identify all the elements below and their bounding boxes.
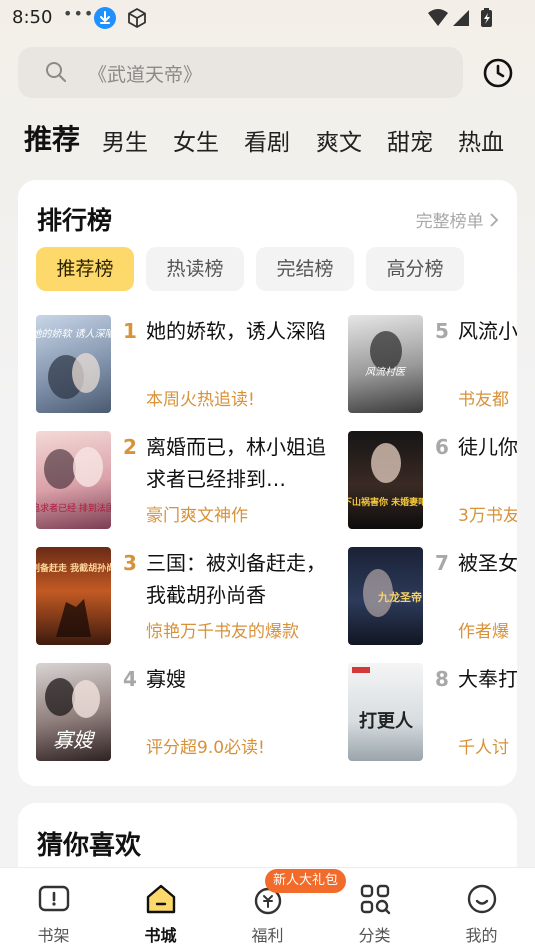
book-tag: 豪门爽文神作: [146, 506, 248, 526]
cover-title: 追求者已经 排到法国: [36, 502, 111, 514]
book-title: 三国：被刘备赶走，我截胡孙尚香: [146, 551, 326, 607]
nav-label: 书架: [37, 926, 70, 945]
status-time: 8:50: [12, 7, 53, 28]
book-tag: 书友都: [458, 390, 509, 410]
tab-recommend[interactable]: 推荐: [24, 118, 80, 158]
subtab-completed[interactable]: 完结榜: [256, 247, 354, 291]
cover-title: 风流村医: [365, 366, 407, 378]
signal-icon: [453, 10, 469, 26]
book-title: 风流小: [458, 319, 517, 343]
book-title: 她的娇软，诱人深陷: [146, 319, 326, 343]
category-tabs: 推荐 男生 女生 看剧 爽文 甜宠 热血: [0, 118, 535, 158]
subtab-high-score[interactable]: 高分榜: [366, 247, 464, 291]
tab-female[interactable]: 女生: [173, 123, 219, 157]
book-cover: 打更人: [348, 663, 423, 761]
tab-hot-blood[interactable]: 热血: [458, 123, 504, 157]
rank-number: 1: [123, 319, 137, 343]
cover-title: 打更人: [359, 710, 414, 732]
book-cover: 追求者已经 排到法国: [36, 431, 111, 529]
wifi-icon: [428, 9, 448, 26]
nav-label: 我的: [465, 926, 498, 945]
cover-title: 被刘备赶走 我截胡孙尚香: [36, 562, 111, 574]
tab-sweet[interactable]: 甜宠: [387, 123, 433, 157]
download-icon: [94, 7, 116, 29]
search-icon: [44, 60, 68, 88]
status-indicators: [427, 7, 497, 33]
search-placeholder: 《武道天帝》: [88, 64, 203, 86]
chevron-right-icon: [490, 213, 499, 227]
book-item[interactable]: 追求者已经 排到法国 2 离婚而已，林小姐追求者已经排到… 豪门爽文神作: [36, 431, 336, 531]
book-tag: 本周火热追读!: [146, 390, 255, 410]
ranking-title: 排行榜: [37, 206, 113, 235]
book-tag: 3万书友: [458, 506, 517, 526]
tab-cool[interactable]: 爽文: [316, 123, 362, 157]
nav-bookshelf[interactable]: 书架: [0, 868, 107, 951]
subtab-recommend[interactable]: 推荐榜: [36, 247, 134, 291]
book-title: 徒儿你山祸害: [458, 435, 517, 459]
book-item[interactable]: 九龙圣帝 7 被圣女次后， 作者爆: [348, 547, 517, 647]
book-cover: 下山祸害你 未婚妻吧: [348, 431, 423, 529]
book-item[interactable]: 风流村医 5 风流小 书友都: [348, 315, 517, 415]
rank-number: 3: [123, 551, 137, 575]
nav-label: 分类: [358, 926, 391, 945]
cover-title: 她的娇软 诱人深陷: [36, 328, 111, 340]
book-cover: 九龙圣帝: [348, 547, 423, 645]
cover-title: 寡嫂: [53, 728, 96, 752]
grid-icon: [358, 882, 392, 920]
search-input[interactable]: 《武道天帝》: [18, 47, 463, 98]
rank-number: 2: [123, 435, 137, 459]
book-item[interactable]: 下山祸害你 未婚妻吧 6 徒儿你山祸害 3万书友: [348, 431, 517, 531]
full-ranking-link[interactable]: 完整榜单: [416, 207, 499, 232]
cube-icon: [125, 6, 149, 34]
book-cover: 她的娇软 诱人深陷: [36, 315, 111, 413]
nav-label: 书城: [144, 926, 177, 945]
battery-icon: [481, 8, 492, 27]
book-title: 被圣女次后，: [458, 551, 517, 575]
book-title: 离婚而已，林小姐追求者已经排到…: [146, 435, 326, 491]
nav-label: 福利: [251, 926, 284, 945]
rank-number: 6: [435, 435, 449, 459]
rank-number: 8: [435, 667, 449, 691]
book-tag: 评分超9.0必读!: [146, 738, 265, 758]
guess-you-like-title: 猜你喜欢: [37, 831, 142, 861]
book-title: 寡嫂: [146, 667, 186, 691]
tab-male[interactable]: 男生: [102, 123, 148, 157]
smile-icon: [465, 882, 499, 920]
subtab-hot-read[interactable]: 热读榜: [146, 247, 244, 291]
book-tag: 惊艳万千书友的爆款: [146, 622, 299, 642]
new-user-gift-badge[interactable]: 新人大礼包: [265, 869, 347, 893]
cover-title: 九龙圣帝: [377, 590, 422, 604]
bookstore-icon: [144, 882, 178, 920]
full-ranking-label: 完整榜单: [415, 212, 484, 232]
book-cover: 被刘备赶走 我截胡孙尚香: [36, 547, 111, 645]
rank-number: 7: [435, 551, 449, 575]
book-cover: 风流村医: [348, 315, 423, 413]
book-title: 大奉打: [458, 667, 517, 691]
bookshelf-icon: [37, 882, 71, 920]
tab-drama[interactable]: 看剧: [244, 123, 290, 157]
ranking-card: 排行榜 完整榜单 推荐榜 热读榜 完结榜 高分榜 她的娇软 诱人深陷 1 她的娇…: [18, 180, 517, 786]
book-item[interactable]: 打更人 8 大奉打 千人讨: [348, 663, 517, 763]
nav-bookstore[interactable]: 书城: [107, 868, 214, 951]
rank-number: 4: [123, 667, 137, 691]
status-more-icon: •••: [63, 4, 95, 23]
clock-icon[interactable]: [482, 57, 514, 93]
nav-profile[interactable]: 我的: [428, 868, 535, 951]
cover-title: 下山祸害你 未婚妻吧: [348, 496, 423, 508]
book-item[interactable]: 她的娇软 诱人深陷 1 她的娇软，诱人深陷 本周火热追读!: [36, 315, 336, 415]
book-tag: 作者爆: [458, 622, 509, 642]
book-item[interactable]: 寡嫂 4 寡嫂 评分超9.0必读!: [36, 663, 336, 763]
book-tag: 千人讨: [458, 738, 509, 758]
book-item[interactable]: 被刘备赶走 我截胡孙尚香 3 三国：被刘备赶走，我截胡孙尚香 惊艳万千书友的爆款: [36, 547, 336, 647]
book-cover: 寡嫂: [36, 663, 111, 761]
status-bar: 8:50 •••: [0, 0, 535, 36]
rank-number: 5: [435, 319, 449, 343]
